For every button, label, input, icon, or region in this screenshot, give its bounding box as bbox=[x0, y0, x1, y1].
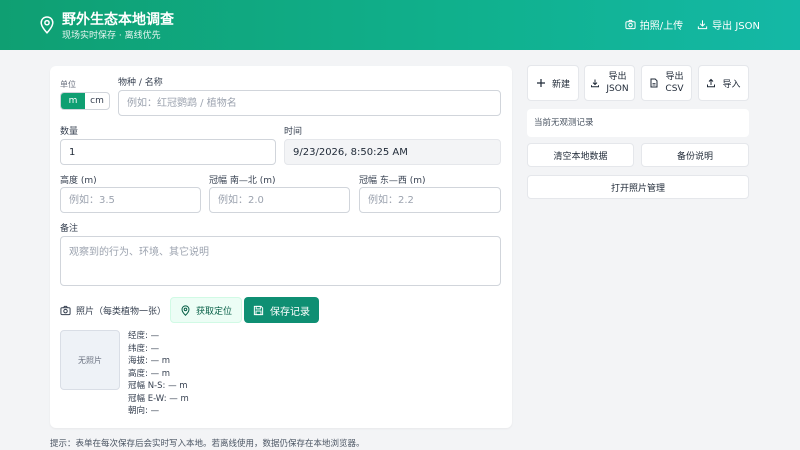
location-pin-icon bbox=[181, 304, 190, 316]
photo-placeholder[interactable]: 无照片 bbox=[60, 330, 120, 390]
crown-ns-label: 冠幅 南—北 (m) bbox=[209, 176, 276, 186]
count-input[interactable] bbox=[60, 139, 276, 165]
camera-icon bbox=[60, 305, 71, 316]
crown-ns-input[interactable] bbox=[209, 187, 350, 213]
no-photo-text: 无照片 bbox=[78, 355, 102, 365]
export-json-button[interactable]: 导出 JSON bbox=[584, 65, 635, 101]
count-label: 数量 bbox=[60, 127, 79, 137]
photo-label-text: 照片（每类植物一张） bbox=[76, 307, 167, 317]
meta-longitude: 经度: — bbox=[128, 331, 160, 341]
save-icon bbox=[253, 305, 264, 315]
backup-info-button[interactable]: 备份说明 bbox=[641, 143, 749, 167]
unit-option-cm[interactable]: cm bbox=[85, 93, 109, 109]
notes-textarea[interactable] bbox=[60, 236, 501, 286]
new-record-button[interactable]: 新建 bbox=[527, 65, 579, 101]
time-input[interactable] bbox=[284, 139, 501, 165]
meta-crown-ew: 冠幅 E-W: — m bbox=[128, 393, 189, 404]
header-export-json-button[interactable]: 导出 JSON bbox=[697, 17, 760, 32]
record-form-card: 单位 m cm 物种 / 名称 数量 时间 高度 (m) 冠幅 南—北 (m) … bbox=[50, 66, 512, 428]
import-button[interactable]: 导入 bbox=[698, 65, 749, 101]
unit-option-m[interactable]: m bbox=[61, 93, 85, 109]
file-icon bbox=[650, 78, 658, 88]
records-status: 当前无观测记录 bbox=[527, 109, 749, 137]
download-icon bbox=[698, 20, 708, 30]
unit-label: 单位 bbox=[60, 80, 76, 89]
crown-ew-input[interactable] bbox=[359, 187, 501, 213]
app-title: 野外生态本地调查 bbox=[62, 12, 174, 28]
photo-upload-label: 拍照/上传 bbox=[639, 21, 684, 32]
notes-label: 备注 bbox=[60, 224, 79, 234]
meta-height: 高度: — m bbox=[128, 368, 171, 379]
open-photo-manager-button[interactable]: 打开照片管理 bbox=[527, 175, 749, 199]
meta-altitude: 海拔: — m bbox=[128, 356, 171, 366]
height-input[interactable] bbox=[60, 187, 201, 213]
get-location-button[interactable]: 获取定位 bbox=[170, 297, 243, 323]
header-export-json-label: 导出 JSON bbox=[712, 21, 760, 32]
new-record-label: 新建 bbox=[551, 79, 570, 90]
app-subtitle: 现场实时保存 · 离线优先 bbox=[62, 31, 161, 41]
species-input[interactable] bbox=[118, 90, 501, 116]
meta-orientation: 朝向: — bbox=[128, 406, 160, 416]
save-record-label: 保存记录 bbox=[270, 306, 310, 318]
plus-icon bbox=[536, 79, 545, 87]
location-pin-icon bbox=[40, 16, 54, 34]
camera-icon bbox=[625, 19, 636, 30]
time-label: 时间 bbox=[284, 127, 303, 137]
crown-ew-label: 冠幅 东—西 (m) bbox=[359, 176, 426, 186]
export-csv-label-line1: 导出 bbox=[665, 72, 684, 82]
export-csv-button[interactable]: 导出 CSV bbox=[641, 65, 692, 101]
export-json-label-line1: 导出 bbox=[608, 72, 627, 82]
app-header: 野外生态本地调查 现场实时保存 · 离线优先 拍照/上传 导出 JSON bbox=[0, 0, 800, 50]
get-location-label: 获取定位 bbox=[196, 306, 233, 317]
observation-metadata: 经度: — 纬度: — 海拔: — m 高度: — m 冠幅 N-S: — m … bbox=[128, 330, 189, 418]
upload-icon bbox=[707, 78, 716, 88]
height-label: 高度 (m) bbox=[60, 176, 97, 186]
export-json-label-line2: JSON bbox=[606, 84, 629, 94]
meta-crown-ns: 冠幅 N-S: — m bbox=[128, 381, 188, 391]
clear-local-data-button[interactable]: 清空本地数据 bbox=[527, 143, 634, 167]
export-csv-label-line2: CSV bbox=[665, 84, 684, 94]
photo-section-label: 照片（每类植物一张） bbox=[60, 304, 166, 317]
download-icon bbox=[591, 79, 600, 88]
import-label: 导入 bbox=[722, 79, 741, 90]
meta-latitude: 纬度: — bbox=[128, 343, 160, 354]
species-label: 物种 / 名称 bbox=[118, 78, 163, 88]
save-record-button[interactable]: 保存记录 bbox=[244, 297, 319, 323]
save-tip: 提示：表单在每次保存后会实时写入本地。若离线使用，数据仍保存在本地浏览器。 bbox=[50, 439, 365, 449]
unit-toggle: m cm bbox=[60, 92, 110, 110]
photo-upload-button[interactable]: 拍照/上传 bbox=[625, 17, 683, 32]
